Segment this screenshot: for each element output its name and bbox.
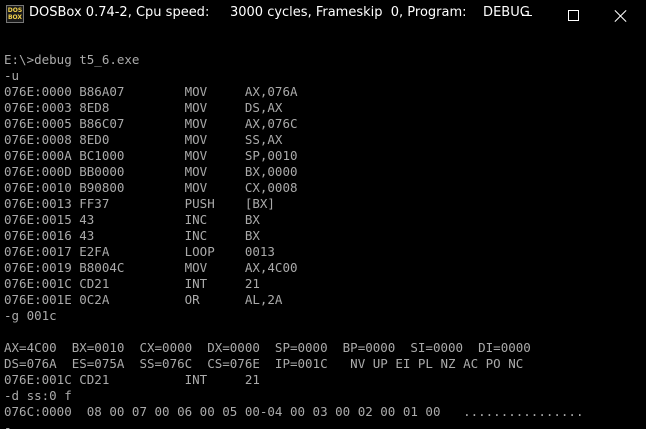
terminal-line: 076E:0010 B90800 MOV CX,0008 <box>4 180 298 195</box>
maximize-icon <box>567 10 579 21</box>
terminal-line: DS=076A ES=075A SS=076C CS=076E IP=001C … <box>4 356 524 371</box>
title-bar[interactable]: DOS BOX DOSBox 0.74-2, Cpu speed: 3000 c… <box>0 0 646 31</box>
terminal-line: 076E:0017 E2FA LOOP 0013 <box>4 244 275 259</box>
minimize-icon <box>522 15 532 16</box>
terminal-line: 076E:001C CD21 INT 21 <box>4 276 260 291</box>
terminal-line: 076E:0008 8ED0 MOV SS,AX <box>4 132 283 147</box>
dosbox-window: DOS BOX DOSBox 0.74-2, Cpu speed: 3000 c… <box>0 0 646 429</box>
terminal-line: AX=4C00 BX=0010 CX=0000 DX=0000 SP=0000 … <box>4 340 531 355</box>
terminal-line: - <box>4 420 12 429</box>
maximize-button[interactable] <box>550 0 596 31</box>
terminal-line: 076C:0000 08 00 07 00 06 00 05 00-04 00 … <box>4 404 584 419</box>
window-title: DOSBox 0.74-2, Cpu speed: 3000 cycles, F… <box>29 5 530 20</box>
terminal-line: 076E:0019 B8004C MOV AX,4C00 <box>4 260 298 275</box>
close-button[interactable] <box>596 0 646 31</box>
terminal-line: 076E:0015 43 INC BX <box>4 212 260 227</box>
terminal-line: -u <box>4 68 20 83</box>
terminal-line: -g 001c <box>4 308 57 323</box>
terminal-line: E:\>debug t5_6.exe <box>4 52 140 67</box>
terminal-line: 076E:0013 FF37 PUSH [BX] <box>4 196 275 211</box>
terminal-line: 076E:0016 43 INC BX <box>4 228 260 243</box>
terminal-line: 076E:0003 8ED8 MOV DS,AX <box>4 100 283 115</box>
close-icon <box>615 10 627 22</box>
dosbox-icon-label: DOS BOX <box>7 7 23 21</box>
terminal-screen[interactable]: E:\>debug t5_6.exe -u 076E:0000 B86A07 MOV… <box>0 36 646 429</box>
terminal-line: 076E:0000 B86A07 MOV AX,076A <box>4 84 298 99</box>
dosbox-icon[interactable]: DOS BOX <box>6 5 24 23</box>
terminal-line: 076E:0005 B86C07 MOV AX,076C <box>4 116 298 131</box>
terminal-line: 076E:001E 0C2A OR AL,2A <box>4 292 283 307</box>
minimize-button[interactable] <box>504 0 550 31</box>
terminal-line: 076E:000D BB0000 MOV BX,0000 <box>4 164 298 179</box>
terminal-line: 076E:001C CD21 INT 21 <box>4 372 260 387</box>
terminal-line: 076E:000A BC1000 MOV SP,0010 <box>4 148 298 163</box>
terminal-line: -d ss:0 f <box>4 388 72 403</box>
